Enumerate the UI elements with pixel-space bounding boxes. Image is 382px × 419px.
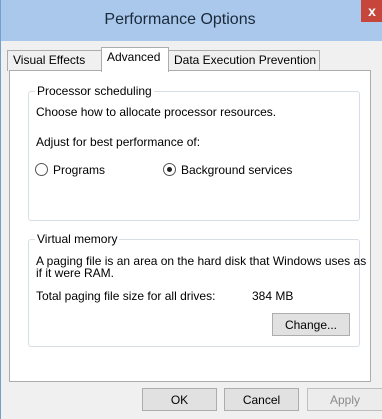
tab-data-execution-prevention[interactable]: Data Execution Prevention	[168, 50, 320, 71]
total-paging-label: Total paging file size for all drives:	[36, 289, 216, 303]
processor-scheduling-group: Processor scheduling Choose how to alloc…	[28, 84, 360, 221]
virtual-memory-legend: Virtual memory	[35, 232, 120, 246]
ok-button[interactable]: OK	[142, 388, 217, 411]
tab-advanced[interactable]: Advanced	[101, 47, 169, 72]
performance-options-window: Performance Options x Visual Effects Adv…	[0, 0, 382, 419]
background-services-radio[interactable]	[163, 163, 176, 176]
programs-radio-label[interactable]: Programs	[53, 163, 105, 177]
cancel-button[interactable]: Cancel	[224, 388, 299, 411]
virtual-memory-group: Virtual memory A paging file is an area …	[28, 232, 366, 347]
title-bar[interactable]: Performance Options x	[1, 0, 382, 41]
dialog-body: Visual Effects Advanced Data Execution P…	[1, 41, 382, 419]
virtual-memory-description-line2: if it were RAM.	[36, 266, 115, 280]
apply-button[interactable]: Apply	[307, 388, 382, 411]
window-title: Performance Options	[104, 11, 256, 28]
processor-description: Choose how to allocate processor resourc…	[36, 105, 277, 119]
close-button[interactable]: x	[361, 0, 382, 22]
adjust-performance-label: Adjust for best performance of:	[36, 135, 201, 149]
advanced-tab-panel: Processor scheduling Choose how to alloc…	[9, 70, 371, 382]
processor-scheduling-legend: Processor scheduling	[35, 84, 154, 98]
change-button[interactable]: Change...	[272, 313, 350, 336]
programs-radio[interactable]	[35, 163, 48, 176]
background-services-radio-label[interactable]: Background services	[181, 163, 292, 177]
close-icon: x	[368, 3, 376, 19]
tab-visual-effects[interactable]: Visual Effects	[7, 50, 102, 71]
total-paging-value: 384 MB	[252, 289, 294, 303]
